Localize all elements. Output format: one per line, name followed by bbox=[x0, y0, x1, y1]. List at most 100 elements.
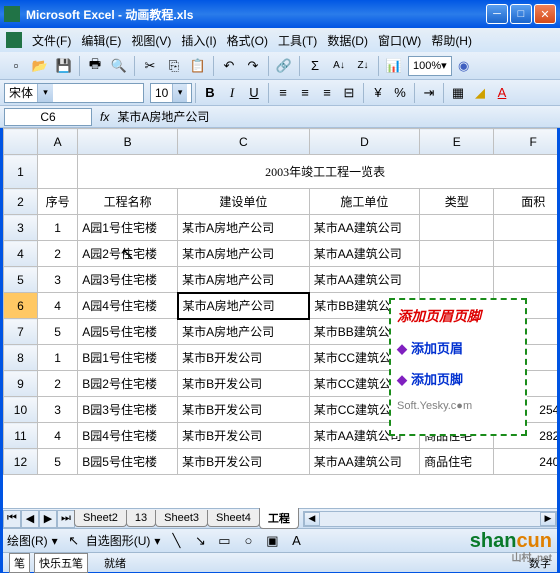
bold-button[interactable]: B bbox=[199, 82, 221, 104]
sheet-tab[interactable]: Sheet4 bbox=[207, 510, 260, 527]
cell[interactable]: 2404 bbox=[494, 449, 560, 475]
popup-item[interactable]: ◆添加页眉 bbox=[397, 338, 519, 357]
cell[interactable]: 5 bbox=[37, 449, 77, 475]
col-header[interactable]: F bbox=[494, 129, 560, 155]
copy-icon[interactable]: ⎘ bbox=[163, 55, 185, 77]
excel-icon[interactable] bbox=[6, 32, 22, 48]
fx-icon[interactable]: fx bbox=[100, 110, 109, 124]
row-header[interactable]: 11 bbox=[4, 423, 38, 449]
menu-tools[interactable]: 工具(T) bbox=[274, 30, 321, 51]
cell[interactable]: 某市B开发公司 bbox=[178, 449, 310, 475]
italic-button[interactable]: I bbox=[221, 82, 243, 104]
sheet-tab[interactable]: 13 bbox=[126, 510, 156, 527]
cell[interactable] bbox=[494, 267, 560, 293]
worksheet-grid[interactable]: ↖ A B C D E F 1 2003年竣工工程一览表 2 序号 工程名称 建… bbox=[0, 128, 560, 508]
dropdown-icon[interactable]: ▾ bbox=[37, 84, 53, 102]
row-header[interactable]: 1 bbox=[4, 155, 38, 189]
cell[interactable] bbox=[420, 267, 494, 293]
cell[interactable]: 4 bbox=[37, 423, 77, 449]
menu-format[interactable]: 格式(O) bbox=[223, 30, 272, 51]
align-center-icon[interactable]: ≡ bbox=[294, 82, 316, 104]
undo-icon[interactable]: ↶ bbox=[218, 55, 240, 77]
cell[interactable]: 某市A房地产公司 bbox=[178, 215, 310, 241]
select-icon[interactable]: ↖ bbox=[63, 530, 85, 552]
percent-icon[interactable]: % bbox=[389, 82, 411, 104]
cell[interactable]: 2 bbox=[37, 241, 77, 267]
cell[interactable]: 某市A房地产公司 bbox=[178, 319, 310, 345]
cell[interactable]: 3 bbox=[37, 267, 77, 293]
cell[interactable]: 2 bbox=[37, 371, 77, 397]
autoshapes-menu[interactable]: 自选图形(U) bbox=[86, 532, 151, 549]
name-box[interactable]: C6 bbox=[4, 108, 92, 126]
sheet-tab-active[interactable]: 工程 bbox=[259, 508, 299, 529]
row-header[interactable]: 10 bbox=[4, 397, 38, 423]
cell[interactable]: 某市AA建筑公司 bbox=[309, 449, 419, 475]
close-button[interactable]: ✕ bbox=[534, 4, 556, 24]
menu-data[interactable]: 数据(D) bbox=[323, 30, 372, 51]
cell[interactable]: A园1号住宅楼 bbox=[78, 215, 178, 241]
arrow-icon[interactable]: ↘ bbox=[189, 530, 211, 552]
cell[interactable] bbox=[494, 215, 560, 241]
cell[interactable]: 某市A房地产公司 bbox=[178, 293, 310, 319]
cell[interactable]: A园5号住宅楼 bbox=[78, 319, 178, 345]
cell[interactable]: 某市AA建筑公司 bbox=[309, 215, 419, 241]
help-icon[interactable]: ◉ bbox=[453, 55, 475, 77]
row-header[interactable]: 2 bbox=[4, 189, 38, 215]
paste-icon[interactable]: 📋 bbox=[187, 55, 209, 77]
cell[interactable]: 5 bbox=[37, 319, 77, 345]
maximize-button[interactable]: □ bbox=[510, 4, 532, 24]
cell[interactable]: 某市A房地产公司 bbox=[178, 241, 310, 267]
col-header[interactable]: E bbox=[420, 129, 494, 155]
col-header[interactable]: B bbox=[78, 129, 178, 155]
fontcolor-icon[interactable]: A bbox=[491, 82, 513, 104]
print-icon[interactable]: 🖶 bbox=[84, 55, 106, 77]
menu-view[interactable]: 视图(V) bbox=[127, 30, 175, 51]
row-header[interactable]: 5 bbox=[4, 267, 38, 293]
cell[interactable]: B园2号住宅楼 bbox=[78, 371, 178, 397]
row-header[interactable]: 3 bbox=[4, 215, 38, 241]
cell[interactable] bbox=[420, 215, 494, 241]
autosum-icon[interactable]: Σ bbox=[304, 55, 326, 77]
tab-next-icon[interactable]: ▶ bbox=[39, 510, 57, 528]
menu-insert[interactable]: 插入(I) bbox=[177, 30, 220, 51]
cell[interactable]: 3 bbox=[37, 397, 77, 423]
col-header[interactable]: C bbox=[178, 129, 310, 155]
font-combo[interactable]: 宋体 ▾ bbox=[4, 83, 144, 103]
cell[interactable]: 某市B开发公司 bbox=[178, 371, 310, 397]
sort-desc-icon[interactable]: Z↓ bbox=[352, 55, 374, 77]
menu-edit[interactable]: 编辑(E) bbox=[77, 30, 125, 51]
cell[interactable]: 某市A房地产公司 bbox=[178, 267, 310, 293]
menu-help[interactable]: 帮助(H) bbox=[427, 30, 476, 51]
select-all-corner[interactable] bbox=[4, 129, 38, 155]
cell[interactable]: 1 bbox=[37, 215, 77, 241]
row-header[interactable]: 12 bbox=[4, 449, 38, 475]
align-right-icon[interactable]: ≡ bbox=[316, 82, 338, 104]
row-header[interactable]: 8 bbox=[4, 345, 38, 371]
underline-button[interactable]: U bbox=[243, 82, 265, 104]
zoom-combo[interactable]: 100%▾ bbox=[408, 56, 452, 76]
cell[interactable]: A园3号住宅楼 bbox=[78, 267, 178, 293]
menu-file[interactable]: 文件(F) bbox=[28, 30, 75, 51]
cell[interactable]: 某市AA建筑公司 bbox=[309, 267, 419, 293]
fontsize-combo[interactable]: 10 ▾ bbox=[150, 83, 192, 103]
save-icon[interactable]: 💾 bbox=[53, 55, 75, 77]
cell[interactable]: 1 bbox=[37, 345, 77, 371]
col-header[interactable]: A bbox=[37, 129, 77, 155]
cell[interactable]: B园1号住宅楼 bbox=[78, 345, 178, 371]
row-header[interactable]: 7 bbox=[4, 319, 38, 345]
align-left-icon[interactable]: ≡ bbox=[272, 82, 294, 104]
indent-icon[interactable]: ⇥ bbox=[418, 82, 440, 104]
merge-icon[interactable]: ⊟ bbox=[338, 82, 360, 104]
sheet-title[interactable]: 2003年竣工工程一览表 bbox=[78, 155, 560, 189]
col-header[interactable]: D bbox=[309, 129, 419, 155]
cell[interactable] bbox=[494, 241, 560, 267]
dropdown-icon[interactable]: ▾ bbox=[172, 84, 187, 102]
textbox-icon[interactable]: ▣ bbox=[261, 530, 283, 552]
cut-icon[interactable]: ✂ bbox=[139, 55, 161, 77]
cell[interactable]: 某市AA建筑公司 bbox=[309, 241, 419, 267]
cell[interactable] bbox=[420, 241, 494, 267]
formula-value[interactable]: 某市A房地产公司 bbox=[117, 108, 556, 125]
preview-icon[interactable]: 🔍 bbox=[108, 55, 130, 77]
cell[interactable]: 商品住宅 bbox=[420, 449, 494, 475]
horizontal-scrollbar[interactable]: ◀▶ bbox=[303, 511, 557, 527]
